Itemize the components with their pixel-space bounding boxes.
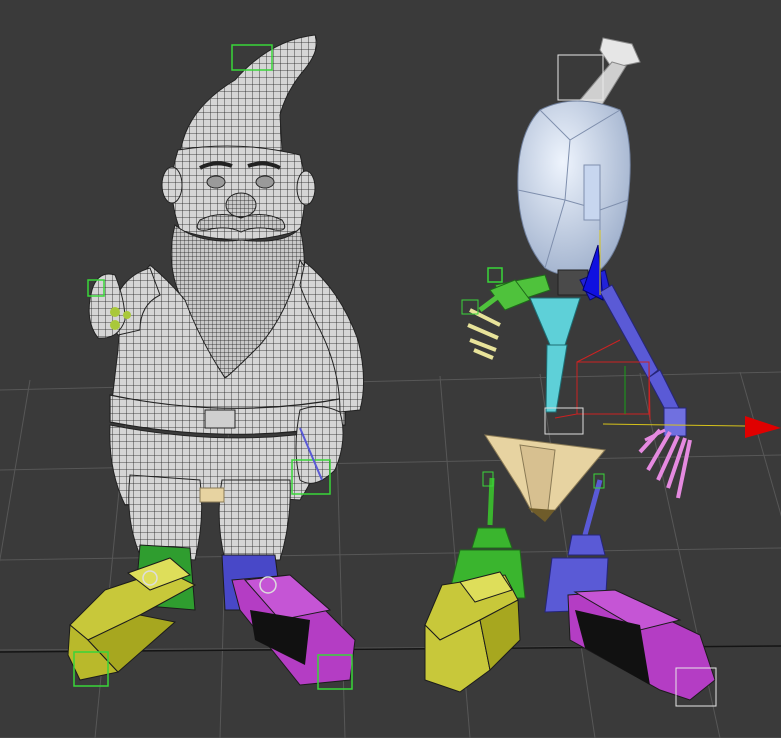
gnome-nose	[225, 192, 257, 218]
gnome-belt-buckle	[204, 409, 236, 429]
biped-head[interactable]	[517, 100, 631, 276]
biped-spine[interactable]	[529, 297, 581, 346]
gnome-eye-right	[255, 175, 275, 189]
biped-elbow-left-box	[487, 267, 503, 283]
biped-knee-right[interactable]	[567, 534, 606, 556]
biped-face-notch	[583, 164, 601, 221]
viewport-canvas[interactable]	[0, 0, 781, 738]
gnome-foot-left-rig[interactable]	[67, 544, 197, 687]
gnome-mesh[interactable]	[88, 34, 365, 561]
biped-rig[interactable]	[424, 37, 717, 707]
gnome-leg-right[interactable]	[218, 479, 291, 561]
gnome-hand-left[interactable]	[88, 273, 126, 339]
gnome-ear-left	[161, 166, 183, 204]
head-nub-cone[interactable]	[599, 37, 641, 69]
3d-viewport[interactable]	[0, 0, 781, 738]
biped-hand-left[interactable]	[461, 293, 502, 360]
biped-thigh-left[interactable]	[487, 477, 495, 526]
pelvis-small-box	[199, 487, 225, 503]
gnome-eye-left	[206, 175, 226, 189]
biped-wrist-right-box	[663, 407, 687, 437]
finger-joint-2	[110, 320, 120, 330]
finger-joint-3	[123, 311, 131, 319]
biped-pelvis-shadow	[528, 508, 555, 522]
biped-knee-left[interactable]	[471, 527, 513, 549]
gnome-hat[interactable]	[179, 34, 318, 160]
finger-joint-1	[110, 307, 120, 317]
biped-spine-lower[interactable]	[545, 344, 568, 413]
gnome-ear-right	[296, 170, 316, 206]
gizmo-x-arrow[interactable]	[745, 416, 781, 438]
